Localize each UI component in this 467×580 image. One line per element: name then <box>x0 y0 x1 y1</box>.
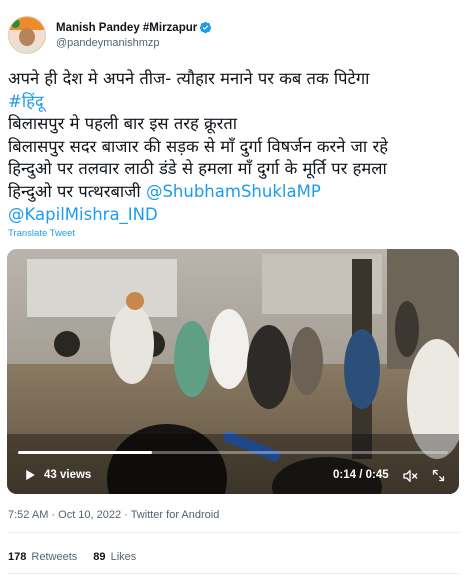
retweets-stat[interactable]: 178 Retweets <box>8 551 77 563</box>
video-progress-fill <box>18 451 152 454</box>
video-frame <box>7 249 459 494</box>
likes-label: Likes <box>110 551 137 563</box>
divider-bottom <box>8 573 459 574</box>
retweets-count: 178 <box>8 551 27 563</box>
author-names: Manish Pandey #Mirzapur @pandeymanishmzp <box>56 21 212 49</box>
tweet-timestamp[interactable]: 7:52 AM · Oct 10, 2022 · Twitter for And… <box>8 509 219 521</box>
retweets-label: Retweets <box>31 551 78 563</box>
views-count: 43 views <box>44 469 92 481</box>
tweet-line-1: अपने ही देश मे अपने तीज- त्यौहार मनाने प… <box>8 69 370 88</box>
video-time: 0:14 / 0:45 <box>333 469 389 481</box>
hashtag-link[interactable]: #हिंदू <box>8 91 460 114</box>
author-display-name[interactable]: Manish Pandey #Mirzapur <box>56 22 197 34</box>
video-views: 43 views <box>25 469 91 481</box>
divider-top <box>8 532 459 533</box>
tweet-card: Manish Pandey #Mirzapur @pandeymanishmzp… <box>0 0 467 580</box>
tweet-line-6: हिन्दुओ पर पत्थरबाजी @ShubhamShuklaMP <box>8 181 460 204</box>
author-handle[interactable]: @pandeymanishmzp <box>56 37 212 49</box>
tweet-line-3: बिलासपुर मे पहली बार इस तरह क्रूरता <box>8 114 238 134</box>
speaker-muted-icon[interactable] <box>402 468 418 484</box>
tweet-line-5: हिन्दुओ पर तलवार लाठी डंडे से हमला माँ द… <box>8 159 387 179</box>
play-icon[interactable] <box>25 469 36 481</box>
video-progress-track[interactable] <box>18 451 448 454</box>
verified-badge-icon <box>200 21 212 34</box>
tweet-stats: 178 Retweets 89 Likes <box>8 551 152 563</box>
tweet-header: Manish Pandey #Mirzapur @pandeymanishmzp <box>8 12 212 58</box>
likes-count: 89 <box>93 551 106 563</box>
translate-tweet-link[interactable]: Translate Tweet <box>8 228 75 239</box>
mention-link-1[interactable]: @ShubhamShuklaMP <box>146 182 321 201</box>
fullscreen-icon[interactable] <box>431 468 446 483</box>
author-display-name-row[interactable]: Manish Pandey #Mirzapur <box>56 21 212 34</box>
tweet-line-4: बिलासपुर सदर बाजार की सड़क से माँ दुर्गा… <box>8 136 388 156</box>
tweet-text: अपने ही देश मे अपने तीज- त्यौहार मनाने प… <box>8 68 460 226</box>
avatar[interactable] <box>8 16 46 54</box>
tweet-line-6-text: हिन्दुओ पर पत्थरबाजी <box>8 181 146 201</box>
mention-link-2[interactable]: @KapilMishra_IND <box>8 204 460 227</box>
likes-stat[interactable]: 89 Likes <box>93 551 136 563</box>
video-player[interactable]: 43 views 0:14 / 0:45 <box>7 249 459 494</box>
